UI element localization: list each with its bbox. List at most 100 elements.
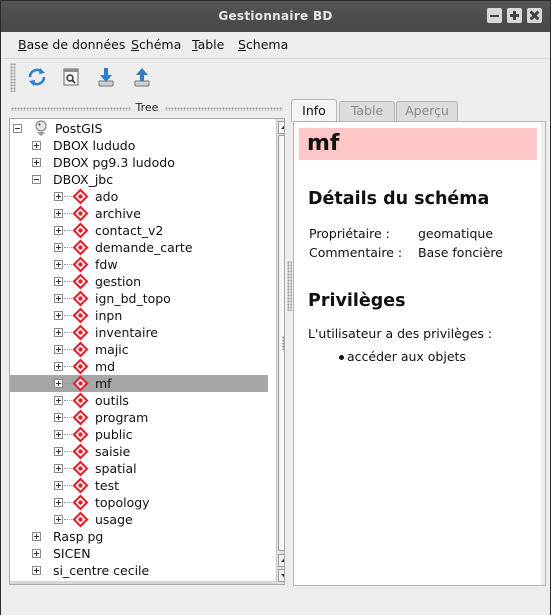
tree-item[interactable]: saisie bbox=[10, 443, 268, 460]
tree-connector bbox=[64, 485, 72, 486]
tree-item-label: fdw bbox=[95, 257, 118, 272]
scroll-down-arrow[interactable] bbox=[278, 569, 284, 582]
menu-base-de-donnees[interactable]: Base de données bbox=[18, 37, 125, 52]
tab-info[interactable]: Info bbox=[291, 99, 337, 122]
tree-item[interactable]: outils bbox=[10, 392, 268, 409]
tree-item[interactable]: Rasp pg bbox=[10, 528, 268, 545]
chevron-down-icon bbox=[281, 574, 284, 578]
expand-icon[interactable] bbox=[32, 566, 41, 575]
refresh-button[interactable] bbox=[25, 65, 49, 89]
export-button[interactable] bbox=[130, 65, 154, 89]
expand-icon[interactable] bbox=[54, 379, 63, 388]
tree-item[interactable]: demande_carte bbox=[10, 239, 268, 256]
collapse-icon[interactable] bbox=[13, 124, 22, 133]
menu-schema-2[interactable]: Schema bbox=[238, 37, 288, 52]
schema-icon bbox=[72, 443, 89, 460]
expand-icon[interactable] bbox=[54, 294, 63, 303]
close-button[interactable] bbox=[527, 8, 542, 23]
expand-icon[interactable] bbox=[54, 481, 63, 490]
tree-item-label: program bbox=[95, 410, 149, 425]
expand-icon[interactable] bbox=[54, 311, 63, 320]
maximize-button[interactable] bbox=[507, 8, 522, 23]
tree-item[interactable]: archive bbox=[10, 205, 268, 222]
panel-splitter[interactable] bbox=[287, 261, 292, 311]
expand-icon[interactable] bbox=[54, 498, 63, 507]
expand-icon[interactable] bbox=[54, 243, 63, 252]
expand-icon[interactable] bbox=[54, 328, 63, 337]
collapse-icon[interactable] bbox=[32, 175, 41, 184]
expand-icon[interactable] bbox=[32, 532, 41, 541]
tree-item[interactable]: fdw bbox=[10, 256, 268, 273]
tree-item[interactable]: md bbox=[10, 358, 268, 375]
expand-icon[interactable] bbox=[54, 209, 63, 218]
minimize-button[interactable] bbox=[487, 8, 502, 23]
tree-item[interactable]: spatial bbox=[10, 460, 268, 477]
schema-icon bbox=[72, 511, 89, 528]
tree-item[interactable]: si_centre cecile bbox=[10, 562, 268, 579]
tab-table[interactable]: Table bbox=[339, 101, 395, 121]
schema-icon bbox=[72, 494, 89, 511]
tree-item-label: DBOX lududo bbox=[53, 138, 136, 153]
tree-connector bbox=[64, 349, 72, 350]
expand-icon[interactable] bbox=[54, 413, 63, 422]
tree-item[interactable]: majic bbox=[10, 341, 268, 358]
scrollbar-grip bbox=[282, 336, 284, 350]
scrollbar-thumb[interactable] bbox=[278, 135, 284, 551]
tree-item-label: usage bbox=[95, 512, 133, 527]
menu-table[interactable]: Table bbox=[192, 37, 224, 52]
tab-apercu[interactable]: Aperçu bbox=[396, 101, 458, 121]
main-window: Gestionnaire BD Base de données Schéma T… bbox=[0, 0, 551, 615]
tree-item[interactable]: inpn bbox=[10, 307, 268, 324]
expand-icon[interactable] bbox=[32, 141, 41, 150]
tree-item[interactable]: inventaire bbox=[10, 324, 268, 341]
expand-icon[interactable] bbox=[54, 260, 63, 269]
tree-item[interactable]: DBOX pg9.3 ludodo bbox=[10, 154, 268, 171]
tree-connector bbox=[64, 281, 72, 282]
expand-icon[interactable] bbox=[54, 430, 63, 439]
expand-icon[interactable] bbox=[32, 549, 41, 558]
tree-dock-title[interactable]: Tree bbox=[9, 101, 285, 117]
sql-window-button[interactable] bbox=[59, 65, 83, 89]
tree-item-label: demande_carte bbox=[95, 240, 193, 255]
scroll-up-arrow-bottom[interactable] bbox=[278, 554, 284, 567]
expand-icon[interactable] bbox=[54, 447, 63, 456]
schema-tree[interactable]: si_centre cecile SICEN Rasp pg usage topolog… bbox=[9, 118, 285, 585]
tree-item[interactable]: topology bbox=[10, 494, 268, 511]
tree-item[interactable]: contact_v2 bbox=[10, 222, 268, 239]
tree-item[interactable]: DBOX lududo bbox=[10, 137, 268, 154]
expand-icon[interactable] bbox=[54, 515, 63, 524]
tree-item[interactable]: test bbox=[10, 477, 268, 494]
tree-item[interactable]: program bbox=[10, 409, 268, 426]
tree-item[interactable]: gestion bbox=[10, 273, 268, 290]
tree-item[interactable]: ign_bd_topo bbox=[10, 290, 268, 307]
tree-vertical-scrollbar[interactable] bbox=[276, 119, 284, 584]
schema-icon bbox=[72, 239, 89, 256]
tree-item[interactable]: DBOX_jbc bbox=[10, 171, 268, 188]
tree-item-label: mf bbox=[95, 376, 112, 391]
menu-schema[interactable]: Schéma bbox=[131, 37, 181, 52]
expand-icon[interactable] bbox=[54, 362, 63, 371]
expand-icon[interactable] bbox=[54, 192, 63, 201]
tree-item[interactable]: SICEN bbox=[10, 545, 268, 562]
toolbar-grip[interactable] bbox=[10, 63, 16, 92]
tree-item-label: majic bbox=[95, 342, 129, 357]
tree-item[interactable]: PostGIS bbox=[10, 120, 268, 137]
expand-icon[interactable] bbox=[32, 158, 41, 167]
expand-icon[interactable] bbox=[54, 226, 63, 235]
schema-icon bbox=[72, 205, 89, 222]
scroll-up-arrow[interactable] bbox=[278, 121, 284, 134]
expand-icon[interactable] bbox=[54, 464, 63, 473]
schema-icon bbox=[72, 188, 89, 205]
tree-item[interactable]: public bbox=[10, 426, 268, 443]
schema-icon bbox=[72, 392, 89, 409]
expand-icon[interactable] bbox=[54, 396, 63, 405]
import-button[interactable] bbox=[94, 65, 118, 89]
tree-item[interactable]: mf bbox=[10, 375, 268, 392]
tree-item[interactable]: usage bbox=[10, 511, 268, 528]
tree-item[interactable]: ado bbox=[10, 188, 268, 205]
title-bar[interactable]: Gestionnaire BD bbox=[1, 1, 550, 32]
schema-icon bbox=[72, 256, 89, 273]
expand-icon[interactable] bbox=[54, 345, 63, 354]
expand-icon[interactable] bbox=[54, 277, 63, 286]
chevron-up-icon bbox=[281, 558, 284, 562]
